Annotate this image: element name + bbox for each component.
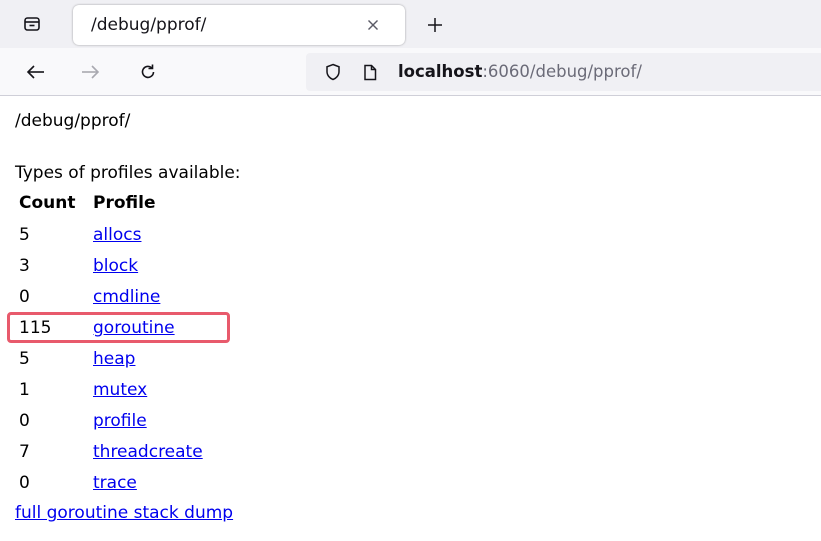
profile-row-threadcreate: 7 threadcreate <box>0 441 821 472</box>
profile-row-heap: 5 heap <box>0 348 821 379</box>
back-arrow-icon[interactable] <box>24 60 48 84</box>
profile-row-mutex: 1 mutex <box>0 379 821 410</box>
profile-count: 0 <box>19 287 30 307</box>
address-bar[interactable]: localhost:6060/debug/pprof/ <box>306 53 821 91</box>
profile-row-trace: 0 trace <box>0 472 821 503</box>
page-icon[interactable] <box>361 63 379 81</box>
profile-link-block[interactable]: block <box>93 255 138 277</box>
profile-link-allocs[interactable]: allocs <box>93 224 141 246</box>
profile-link-profile[interactable]: profile <box>93 410 147 432</box>
profile-link-heap[interactable]: heap <box>93 348 135 370</box>
page-heading: /debug/pprof/ <box>15 111 131 131</box>
types-label: Types of profiles available: <box>15 163 241 183</box>
profile-count: 3 <box>19 256 30 276</box>
url-path: :6060/debug/pprof/ <box>482 62 642 81</box>
profile-link-goroutine[interactable]: goroutine <box>93 317 175 339</box>
profile-row-profile: 0 profile <box>0 410 821 441</box>
profile-link-mutex[interactable]: mutex <box>93 379 147 401</box>
profile-count: 5 <box>19 349 30 369</box>
profile-count: 0 <box>19 411 30 431</box>
profile-row-allocs: 5 allocs <box>0 224 821 255</box>
profile-link-trace[interactable]: trace <box>93 472 137 494</box>
url-text[interactable]: localhost:6060/debug/pprof/ <box>398 53 642 91</box>
plus-icon[interactable] <box>424 14 446 36</box>
count-column-header: Count <box>19 193 76 213</box>
shield-icon[interactable] <box>324 63 342 81</box>
profile-column-header: Profile <box>93 193 156 213</box>
tab-title: /debug/pprof/ <box>91 15 207 35</box>
reload-icon[interactable] <box>136 60 160 84</box>
navigation-toolbar: localhost:6060/debug/pprof/ <box>0 48 821 96</box>
profile-count: 1 <box>19 380 30 400</box>
url-host: localhost <box>398 62 483 81</box>
page-content: /debug/pprof/ Types of profiles availabl… <box>0 96 821 541</box>
forward-arrow-icon[interactable] <box>78 60 102 84</box>
profile-count: 0 <box>19 473 30 493</box>
profile-link-cmdline[interactable]: cmdline <box>93 286 160 308</box>
profile-count: 7 <box>19 442 30 462</box>
tabs-list-icon[interactable] <box>20 12 44 36</box>
profile-link-threadcreate[interactable]: threadcreate <box>93 441 203 463</box>
profile-row-cmdline: 0 cmdline <box>0 286 821 317</box>
close-icon[interactable] <box>363 15 383 35</box>
tab-strip: /debug/pprof/ <box>0 0 821 48</box>
full-goroutine-stack-dump-link[interactable]: full goroutine stack dump <box>15 503 233 523</box>
profile-row-goroutine: 115 goroutine <box>0 317 821 348</box>
profile-count: 5 <box>19 225 30 245</box>
active-tab[interactable]: /debug/pprof/ <box>73 5 405 45</box>
profile-row-block: 3 block <box>0 255 821 286</box>
profile-count: 115 <box>19 318 52 338</box>
